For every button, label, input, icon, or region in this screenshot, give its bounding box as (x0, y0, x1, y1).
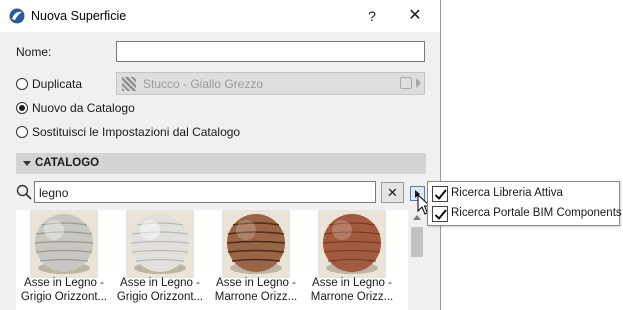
catalog-title: CATALOGO (35, 157, 100, 169)
material-sphere-grey-light (30, 210, 98, 278)
collapse-triangle-icon (23, 161, 31, 166)
chevron-right-icon (416, 78, 421, 88)
item-label-line1: Asse in Legno - (312, 277, 392, 289)
checkbox-search-active-library[interactable] (432, 186, 448, 202)
duplicate-surface-select: Stucco - Giallo Grezzo (116, 72, 425, 95)
replace-settings-label: Sostituisci le Impostazioni dal Catalogo (32, 125, 241, 139)
search-input-value: legno (39, 186, 69, 200)
checkmark-icon (434, 189, 447, 200)
material-sphere-brown (222, 210, 290, 278)
help-button[interactable]: ? (362, 6, 382, 26)
menu-item-search-active-library[interactable]: Ricerca Libreria Attiva (429, 184, 618, 204)
clear-search-button[interactable]: ✕ (381, 182, 404, 203)
menu-label: Ricerca Portale BIM Components (451, 207, 622, 219)
name-label: Nome: (16, 45, 52, 59)
checkbox-search-bim-components[interactable] (432, 206, 448, 222)
surface-swatch-icon (122, 77, 136, 91)
surface-picker-icon (400, 77, 412, 89)
window-title: Nuova Superficie (31, 9, 127, 23)
catalog-section-header[interactable]: CATALOGO (16, 153, 426, 174)
item-label-line1: Asse in Legno - (24, 277, 104, 289)
archicad-app-icon (9, 8, 25, 24)
duplicate-label: Duplicata (32, 77, 83, 91)
title-bar: Nuova Superficie ? ✕ (0, 0, 440, 32)
menu-label: Ricerca Libreria Attiva (451, 187, 563, 199)
close-button[interactable]: ✕ (405, 6, 425, 26)
material-sphere-grey-white (126, 210, 194, 278)
new-surface-dialog: Nuova Superficie ? ✕ Nome: Duplicata Stu… (0, 0, 441, 310)
radio-new-from-catalog[interactable] (16, 102, 28, 114)
duplicate-surface-value: Stucco - Giallo Grezzo (143, 77, 264, 91)
search-options-menu: Ricerca Libreria Attiva Ricerca Portale … (427, 181, 622, 226)
radio-replace-settings[interactable] (16, 126, 28, 138)
name-input[interactable] (116, 41, 425, 62)
catalog-search-input[interactable]: legno (34, 181, 376, 203)
catalog-item[interactable]: Asse in Legno - Marrone Orizz... (210, 210, 302, 310)
catalog-item[interactable]: Asse in Legno - Grigio Orizzont... (114, 210, 206, 310)
item-label-line1: Asse in Legno - (120, 277, 200, 289)
item-label-line1: Asse in Legno - (216, 277, 296, 289)
results-scrollbar[interactable] (408, 210, 426, 310)
item-label-line2: Marrone Orizz... (214, 291, 298, 303)
search-icon (16, 184, 32, 200)
item-label-line2: Marrone Orizz... (310, 291, 394, 303)
new-from-catalog-label: Nuovo da Catalogo (32, 101, 135, 115)
item-label-line2: Grigio Orizzont... (20, 291, 108, 303)
catalog-item[interactable]: Asse in Legno - Grigio Orizzont... (18, 210, 110, 310)
catalog-item[interactable]: Asse in Legno - Marrone Orizz... (306, 210, 398, 310)
item-label-line2: Grigio Orizzont... (116, 291, 204, 303)
checkmark-icon (434, 209, 447, 220)
scroll-thumb[interactable] (411, 227, 423, 257)
material-sphere-brown-red (318, 210, 386, 278)
radio-duplicate[interactable] (16, 78, 28, 90)
menu-item-search-bim-components[interactable]: Ricerca Portale BIM Components (429, 204, 622, 224)
